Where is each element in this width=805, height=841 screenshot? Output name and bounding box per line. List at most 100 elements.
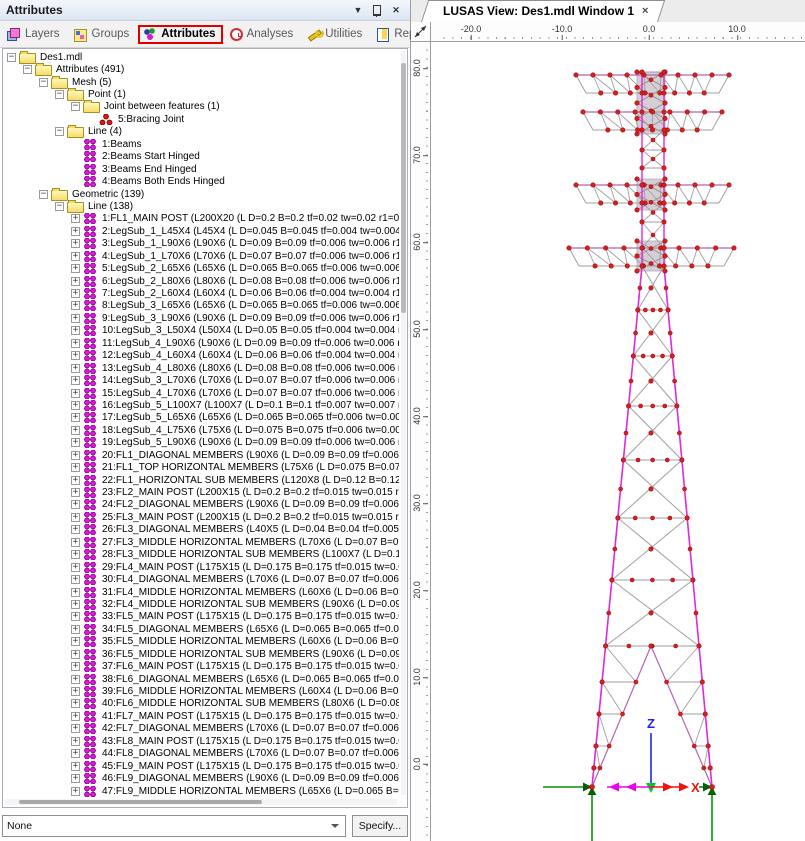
view-tab[interactable]: LUSAS View: Des1.mdl Window 1 ×: [421, 0, 658, 22]
collapse-icon[interactable]: −: [71, 102, 80, 111]
expand-icon[interactable]: +: [71, 351, 80, 360]
view-tab-close-icon[interactable]: ×: [642, 5, 648, 17]
tree-item[interactable]: +16:LegSub_5_L100X7 (L100X7 (L D=0.1 B=0…: [3, 399, 399, 411]
expand-icon[interactable]: +: [71, 389, 80, 398]
expand-icon[interactable]: +: [71, 687, 80, 696]
expand-icon[interactable]: +: [71, 575, 80, 584]
collapse-icon[interactable]: −: [55, 202, 64, 211]
collapse-icon[interactable]: −: [23, 65, 32, 74]
expand-icon[interactable]: +: [71, 513, 80, 522]
tree-item[interactable]: +14:LegSub_3_L70X6 (L70X6 (L D=0.07 B=0.…: [3, 374, 399, 386]
expand-icon[interactable]: +: [71, 737, 80, 746]
tree-vertical-scrollbar[interactable]: [401, 51, 406, 795]
expand-icon[interactable]: +: [71, 376, 80, 385]
expand-icon[interactable]: +: [71, 637, 80, 646]
tree-item[interactable]: +13:LegSub_4_L80X6 (L80X6 (L D=0.08 B=0.…: [3, 362, 399, 374]
expand-icon[interactable]: +: [71, 227, 80, 236]
tree-item[interactable]: +17:LegSub_5_L65X6 (L65X6 (L D=0.065 B=0…: [3, 412, 399, 424]
expand-icon[interactable]: +: [71, 314, 80, 323]
collapse-icon[interactable]: −: [39, 78, 48, 87]
expand-icon[interactable]: +: [71, 550, 80, 559]
tree-item[interactable]: +29:FL4_MAIN POST (L175X15 (L D=0.175 B=…: [3, 561, 399, 573]
expand-icon[interactable]: +: [71, 787, 80, 796]
tree-horizontal-scrollbar[interactable]: [5, 799, 397, 805]
tree-item[interactable]: +42:FL7_DIAGONAL MEMBERS (L70X6 (L D=0.0…: [3, 723, 399, 735]
tree-item[interactable]: +15:LegSub_4_L70X6 (L70X6 (L D=0.07 B=0.…: [3, 387, 399, 399]
tree-item[interactable]: +30:FL4_DIAGONAL MEMBERS (L70X6 (L D=0.0…: [3, 573, 399, 585]
tree-item[interactable]: −Geometric (139): [3, 188, 399, 200]
tree-item[interactable]: −Line (4): [3, 126, 399, 138]
tree-item[interactable]: +36:FL5_MIDDLE HORIZONTAL SUB MEMBERS (L…: [3, 648, 399, 660]
expand-icon[interactable]: +: [71, 650, 80, 659]
expand-icon[interactable]: +: [71, 662, 80, 671]
expand-icon[interactable]: +: [71, 488, 80, 497]
close-icon[interactable]: ✕: [388, 3, 404, 17]
tree-item[interactable]: +47:FL9_MIDDLE HORIZONTAL MEMBERS (L65X6…: [3, 785, 399, 797]
tree-item[interactable]: +23:FL2_MAIN POST (L200X15 (L D=0.2 B=0.…: [3, 486, 399, 498]
tree-item[interactable]: +5:LegSub_2_L65X6 (L65X6 (L D=0.065 B=0.…: [3, 262, 399, 274]
tab-analyses[interactable]: Analyses: [225, 25, 301, 44]
tree-item[interactable]: +32:FL4_MIDDLE HORIZONTAL SUB MEMBERS (L…: [3, 598, 399, 610]
tab-groups[interactable]: Groups: [69, 25, 137, 44]
expand-icon[interactable]: +: [71, 289, 80, 298]
tab-layers[interactable]: Layers: [2, 25, 67, 44]
tree-item[interactable]: +45:FL9_MAIN POST (L175X15 (L D=0.175 B=…: [3, 760, 399, 772]
tree-item[interactable]: +24:FL2_DIAGONAL MEMBERS (L90X6 (L D=0.0…: [3, 499, 399, 511]
tree-item[interactable]: −Mesh (5): [3, 76, 399, 88]
tab-utilities[interactable]: Utilities: [302, 25, 369, 44]
expand-icon[interactable]: +: [71, 563, 80, 572]
tree-item[interactable]: +40:FL6_MIDDLE HORIZONTAL SUB MEMBERS (L…: [3, 698, 399, 710]
tree-item[interactable]: +28:FL3_MIDDLE HORIZONTAL SUB MEMBERS (L…: [3, 549, 399, 561]
tree-item[interactable]: +21:FL1_TOP HORIZONTAL MEMBERS (L75X6 (L…: [3, 461, 399, 473]
pin-icon[interactable]: [369, 3, 385, 17]
expand-icon[interactable]: +: [71, 264, 80, 273]
tree-item[interactable]: +41:FL7_MAIN POST (L175X15 (L D=0.175 B=…: [3, 710, 399, 722]
tree-item[interactable]: −Joint between features (1): [3, 101, 399, 113]
tree-item[interactable]: −Attributes (491): [3, 63, 399, 75]
tree-item[interactable]: +18:LegSub_4_L75X6 (L75X6 (L D=0.075 B=0…: [3, 424, 399, 436]
tree-item[interactable]: 1:Beams: [3, 138, 399, 150]
expand-icon[interactable]: +: [71, 625, 80, 634]
expand-icon[interactable]: +: [71, 675, 80, 684]
expand-icon[interactable]: +: [71, 749, 80, 758]
tree-item[interactable]: +46:FL9_DIAGONAL MEMBERS (L90X6 (L D=0.0…: [3, 772, 399, 784]
tree-item[interactable]: +44:FL8_DIAGONAL MEMBERS (L70X6 (L D=0.0…: [3, 748, 399, 760]
tree-item[interactable]: +2:LegSub_1_L45X4 (L45X4 (L D=0.045 B=0.…: [3, 225, 399, 237]
tree-item[interactable]: +34:FL5_DIAGONAL MEMBERS (L65X6 (L D=0.0…: [3, 623, 399, 635]
tree-item[interactable]: 5:Bracing Joint: [3, 113, 399, 125]
expand-icon[interactable]: +: [71, 699, 80, 708]
tree-item[interactable]: +4:LegSub_1_L70X6 (L70X6 (L D=0.07 B=0.0…: [3, 250, 399, 262]
tree-item[interactable]: +9:LegSub_3_L90X6 (L90X6 (L D=0.09 B=0.0…: [3, 312, 399, 324]
expand-icon[interactable]: +: [71, 451, 80, 460]
expand-icon[interactable]: +: [71, 413, 80, 422]
tree-item[interactable]: +3:LegSub_1_L90X6 (L90X6 (L D=0.09 B=0.0…: [3, 238, 399, 250]
model-canvas[interactable]: ZX: [431, 42, 804, 841]
tree-item[interactable]: −Des1.mdl: [3, 51, 399, 63]
expand-icon[interactable]: +: [71, 339, 80, 348]
tree-item[interactable]: +19:LegSub_5_L90X6 (L90X6 (L D=0.09 B=0.…: [3, 437, 399, 449]
tree-item[interactable]: +1:FL1_MAIN POST (L200X20 (L D=0.2 B=0.2…: [3, 213, 399, 225]
tab-attributes[interactable]: Attributes: [138, 25, 222, 44]
tree-item[interactable]: 3:Beams End Hinged: [3, 163, 399, 175]
filter-dropdown[interactable]: None: [2, 815, 346, 837]
expand-icon[interactable]: +: [71, 364, 80, 373]
tree-item[interactable]: +38:FL6_DIAGONAL MEMBERS (L65X6 (L D=0.0…: [3, 673, 399, 685]
expand-icon[interactable]: +: [71, 438, 80, 447]
expand-icon[interactable]: +: [71, 239, 80, 248]
expand-icon[interactable]: +: [71, 588, 80, 597]
tree-item[interactable]: +8:LegSub_3_L65X6 (L65X6 (L D=0.065 B=0.…: [3, 300, 399, 312]
expand-icon[interactable]: +: [71, 214, 80, 223]
tree-item[interactable]: +11:LegSub_4_L90X6 (L90X6 (L D=0.09 B=0.…: [3, 337, 399, 349]
expand-icon[interactable]: +: [71, 600, 80, 609]
expand-icon[interactable]: +: [71, 724, 80, 733]
tree-item[interactable]: +25:FL3_MAIN POST (L200X15 (L D=0.2 B=0.…: [3, 511, 399, 523]
tree-item[interactable]: +6:LegSub_2_L80X6 (L80X6 (L D=0.08 B=0.0…: [3, 275, 399, 287]
specify-button[interactable]: Specify...: [352, 815, 408, 837]
tree-item[interactable]: +27:FL3_MIDDLE HORIZONTAL MEMBERS (L70X6…: [3, 536, 399, 548]
tree-item[interactable]: −Line (138): [3, 200, 399, 212]
tree-item[interactable]: 2:Beams Start Hinged: [3, 151, 399, 163]
tree-item[interactable]: +7:LegSub_2_L60X4 (L60X4 (L D=0.06 B=0.0…: [3, 287, 399, 299]
tree-item[interactable]: +43:FL8_MAIN POST (L175X15 (L D=0.175 B=…: [3, 735, 399, 747]
expand-icon[interactable]: +: [71, 326, 80, 335]
collapse-icon[interactable]: −: [55, 127, 64, 136]
